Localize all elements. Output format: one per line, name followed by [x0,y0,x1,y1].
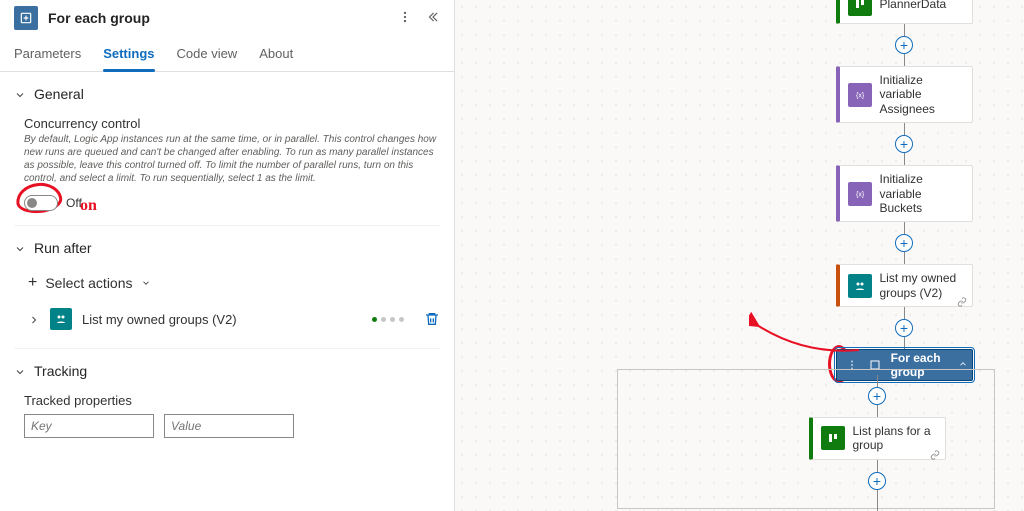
chevron-right-icon [28,313,40,325]
chevron-down-icon [141,278,151,288]
designer-canvas[interactable]: PlannerData + {x} Initialize variable As… [455,0,1024,511]
add-step-button[interactable]: + [895,234,913,252]
workflow-node[interactable]: PlannerData [836,0,973,24]
run-after-item[interactable]: List my owned groups (V2) [14,304,440,334]
variable-icon: {x} [848,182,872,206]
variable-icon: {x} [848,83,872,107]
tracked-key-input[interactable] [24,414,154,438]
tab-parameters[interactable]: Parameters [14,46,81,71]
run-after-header[interactable]: Run after [14,240,440,256]
tabs: Parameters Settings Code view About [0,36,454,72]
foreach-icon [14,6,38,30]
chevron-down-icon [14,365,26,377]
tab-about[interactable]: About [259,46,293,71]
tab-settings[interactable]: Settings [103,46,154,71]
tracking-section: Tracking Tracked properties [14,349,440,452]
svg-text:{x}: {x} [856,92,865,99]
add-step-button[interactable]: + [895,36,913,54]
panel-header: For each group [0,0,454,36]
concurrency-control-title: Concurrency control [24,116,440,131]
tab-code-view[interactable]: Code view [177,46,238,71]
workflow-node[interactable]: {x} Initialize variable Assignees [836,66,973,123]
svg-text:{x}: {x} [856,191,865,198]
add-step-button[interactable]: + [868,472,886,490]
run-after-label: List my owned groups (V2) [82,312,362,327]
o365-groups-icon [848,274,872,298]
workflow-node[interactable]: {x} Initialize variable Buckets [836,165,973,222]
general-header[interactable]: General [14,86,440,102]
select-actions-button[interactable]: + Select actions [28,274,440,292]
concurrency-toggle-label: Off [66,196,82,210]
tracked-value-input[interactable] [164,414,294,438]
planner-icon [848,0,872,16]
planner-icon [821,426,845,450]
settings-panel: For each group Parameters Settings Code … [0,0,455,511]
run-after-status [372,317,404,322]
tracking-header[interactable]: Tracking [14,363,440,379]
panel-title: For each group [48,10,388,26]
more-icon[interactable] [398,10,412,27]
workflow-node[interactable]: List my owned groups (V2) [836,264,973,307]
delete-icon[interactable] [424,311,440,327]
link-icon [929,447,941,457]
o365-groups-icon [50,308,72,330]
workflow-column: PlannerData + {x} Initialize variable As… [803,0,1005,381]
run-after-section: Run after + Select actions List my owned… [14,226,440,349]
foreach-container: + List plans for a group + [617,369,995,509]
tracked-properties-label: Tracked properties [24,393,440,408]
concurrency-toggle[interactable] [24,195,58,211]
chevron-down-icon [14,242,26,254]
annotation-text: on [80,197,97,215]
collapse-icon[interactable] [426,10,440,27]
add-step-button[interactable]: + [895,319,913,337]
add-step-button[interactable]: + [868,387,886,405]
link-icon [956,294,968,304]
chevron-down-icon [14,88,26,100]
workflow-node[interactable]: List plans for a group [809,417,946,460]
general-section: General Concurrency control By default, … [14,72,440,226]
add-step-button[interactable]: + [895,135,913,153]
concurrency-control-description: By default, Logic App instances run at t… [24,133,440,185]
plus-icon: + [28,274,37,292]
